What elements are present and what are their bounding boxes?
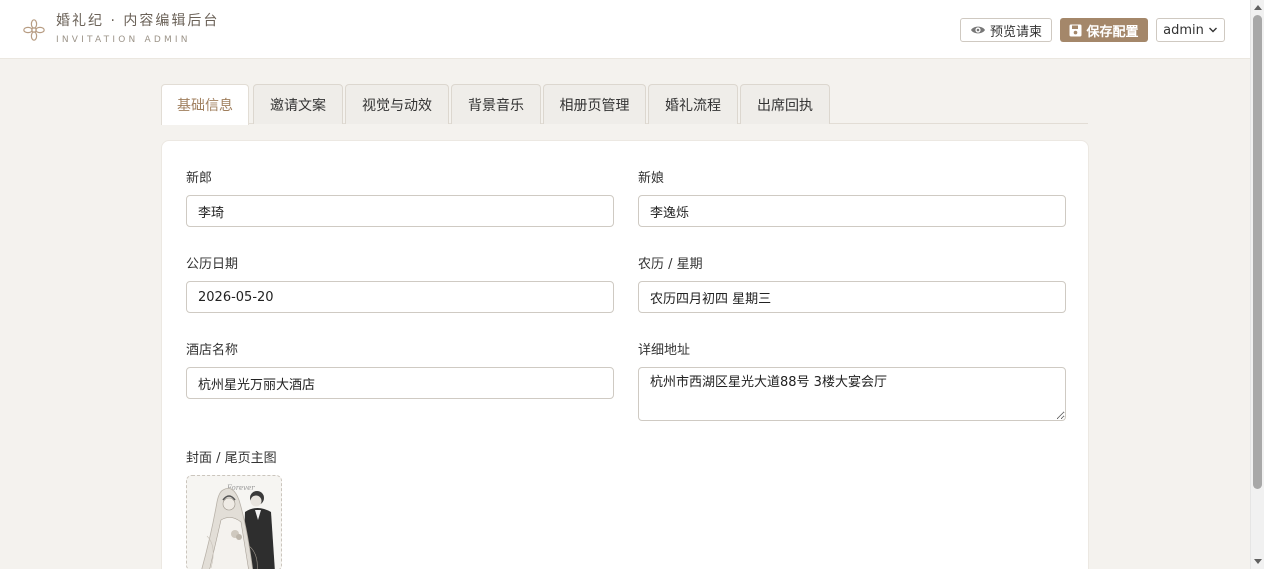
cover-image-label: 封面 / 尾页主图 [186,451,277,466]
bride-label: 新娘 [638,171,665,186]
eye-icon [970,24,986,36]
brand: 婚礼纪 · 内容编辑后台 INVITATION ADMIN [22,12,219,47]
user-label: admin [1163,22,1204,38]
date-label: 公历日期 [186,257,239,272]
lunar-date-input[interactable] [638,281,1066,313]
user-menu-button[interactable]: admin [1156,18,1225,42]
address-label: 详细地址 [638,343,691,358]
page-scrollbar[interactable] [1250,0,1264,569]
scroll-down-arrow-icon[interactable] [1254,559,1262,564]
brand-title: 婚礼纪 · 内容编辑后台 [56,13,220,29]
hotel-label: 酒店名称 [186,343,239,358]
save-label: 保存配置 [1086,24,1139,40]
basic-info-form: 新郎 新娘 公历日期 农历 / 星期 酒店名称 详细地址 杭州市西湖区星光大道8… [161,140,1089,569]
top-bar: 婚礼纪 · 内容编辑后台 INVITATION ADMIN 预览请柬 保存配置 … [0,0,1250,59]
scrollbar-thumb[interactable] [1253,15,1262,489]
floppy-disk-icon [1069,24,1082,37]
tab-bar: 基础信息 邀请文案 视觉与动效 背景音乐 相册页管理 婚礼流程 出席回执 [161,84,1088,125]
address-textarea[interactable]: 杭州市西湖区星光大道88号 3楼大宴会厅 [638,367,1066,421]
tab-visual-effects[interactable]: 视觉与动效 [345,84,449,124]
tab-rsvp[interactable]: 出席回执 [740,84,830,124]
tab-basic-info[interactable]: 基础信息 [161,84,249,125]
brand-subtitle: INVITATION ADMIN [56,35,191,45]
preview-label: 预览请柬 [989,24,1042,40]
tab-album-management[interactable]: 相册页管理 [543,84,646,124]
chevron-down-icon [1208,26,1218,34]
couple-sketch-image: Forever [187,476,281,569]
brand-text: 婚礼纪 · 内容编辑后台 INVITATION ADMIN [56,12,219,47]
scroll-up-arrow-icon[interactable] [1254,5,1262,10]
hotel-input[interactable] [186,367,614,399]
lunar-date-label: 农历 / 星期 [638,257,703,272]
date-input[interactable] [186,281,614,313]
tab-wedding-flow[interactable]: 婚礼流程 [648,84,738,124]
tab-invitation-text[interactable]: 邀请文案 [253,84,343,124]
cover-image-upload[interactable]: Forever [186,475,282,569]
save-button[interactable]: 保存配置 [1060,18,1148,42]
flower-logo-icon [22,18,46,42]
bride-input[interactable] [638,195,1066,227]
tab-background-music[interactable]: 背景音乐 [451,84,541,124]
groom-label: 新郎 [186,171,213,186]
groom-input[interactable] [186,195,614,227]
preview-button[interactable]: 预览请柬 [960,18,1052,42]
